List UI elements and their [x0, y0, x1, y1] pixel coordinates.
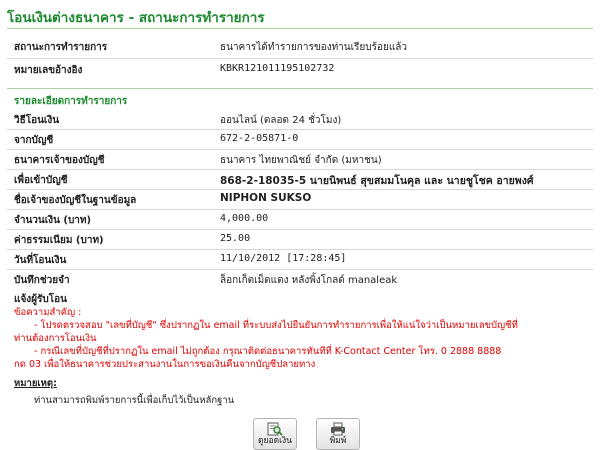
print-label: พิมพ์ [329, 436, 347, 446]
detail-value: NIPHON SUKSO [220, 192, 312, 204]
detail-row-memo: บันทึกช่วยจำ ล็อกเก็ตเม็ดแตง หลังพิ้งโกล… [14, 270, 589, 290]
detail-value: 25.00 [220, 233, 251, 244]
remark: หมายเหตุ: ท่านสามารถพิมพ์รายการนี้เพื่อเ… [14, 376, 234, 408]
print-button[interactable]: พิมพ์ [316, 418, 360, 450]
notice-line: - กรณีเลขที่บัญชีที่ปรากฏใน email ไม่ถูก… [34, 346, 502, 357]
title-divider [7, 28, 593, 29]
detail-value: 868-2-18035-5 นายนิพนธ์ สุขสมมโนคุล และ … [220, 175, 534, 187]
divider [7, 58, 593, 59]
status-row: สถานะการทำรายการ ธนาคารได้ทำรายการของท่า… [14, 37, 589, 57]
detail-row-fee: ค่าธรรมเนียม (บาท) 25.00 [14, 230, 589, 250]
detail-value: ล็อกเก็ตเม็ดแตง หลังพิ้งโกลด์ manaleak [220, 275, 398, 286]
view-balance-button[interactable]: ดูยอดเงิน [253, 418, 297, 450]
detail-label: ธนาคารเจ้าของบัญชี [14, 155, 105, 166]
reference-row: หมายเลขอ้างอิง KBKR121011195102732 [14, 60, 589, 80]
detail-label: ชื่อเจ้าของบัญชีในฐานข้อมูล [14, 195, 137, 206]
reference-label: หมายเลขอ้างอิง [14, 65, 83, 76]
detail-value: ธนาคาร ไทยพาณิชย์ จำกัด (มหาชน) [220, 155, 382, 166]
detail-label: วันที่โอนเงิน [14, 255, 67, 266]
detail-row-bank: ธนาคารเจ้าของบัญชี ธนาคาร ไทยพาณิชย์ จำก… [14, 150, 589, 170]
view-balance-label: ดูยอดเงิน [258, 436, 292, 446]
detail-label: เพื่อเข้าบัญชี [14, 175, 68, 186]
detail-label: บันทึกช่วยจำ [14, 275, 70, 286]
detail-row-amount: จำนวนเงิน (บาท) 4,000.00 [14, 210, 589, 230]
detail-value: ออนไลน์ (ตลอด 24 ชั่วโมง) [220, 115, 342, 126]
important-notice: ข้อความสำคัญ : - โปรดตรวจสอบ "เลขที่บัญช… [14, 306, 589, 371]
status-label: สถานะการทำรายการ [14, 42, 108, 53]
status-value: ธนาคารได้ทำรายการของท่านเรียบร้อยแล้ว [220, 42, 408, 53]
page-title: โอนเงินต่างธนาคาร - สถานะการทำรายการ [7, 10, 265, 26]
notice-line: กด 03 เพื่อให้ธนาคารช่วยประสานงานในการขอ… [14, 359, 316, 370]
section-divider [7, 88, 593, 89]
remark-label: หมายเหตุ: [14, 378, 57, 389]
detail-value: 672-2-05871-0 [220, 133, 299, 144]
detail-label: ค่าธรรมเนียม (บาท) [14, 235, 104, 246]
detail-row-owner-name: ชื่อเจ้าของบัญชีในฐานข้อมูล NIPHON SUKSO [14, 190, 589, 210]
transfer-status-page: โอนเงินต่างธนาคาร - สถานะการทำรายการ สถา… [0, 0, 600, 450]
detail-value: 4,000.00 [220, 213, 269, 224]
detail-label: วิธีโอนเงิน [14, 115, 60, 126]
detail-value: 11/10/2012 [17:28:45] [220, 253, 347, 264]
detail-row-from-account: จากบัญชี 672-2-05871-0 [14, 130, 589, 150]
reference-value: KBKR121011195102732 [220, 63, 335, 74]
detail-label: จำนวนเงิน (บาท) [14, 215, 92, 226]
notify-recipient-label: แจ้งผู้รับโอน [14, 294, 67, 305]
details-section-title: รายละเอียดการทำรายการ [14, 96, 128, 107]
remark-text: ท่านสามารถพิมพ์รายการนี้เพื่อเก็บไว้เป็น… [34, 395, 235, 406]
notice-line: ท่านต้องการโอนเงิน [14, 333, 97, 344]
notice-line: - โปรดตรวจสอบ "เลขที่บัญชี" ซึ่งปรากฏใน … [34, 320, 518, 331]
detail-row-to-account: เพื่อเข้าบัญชี 868-2-18035-5 นายนิพนธ์ ส… [14, 170, 589, 190]
detail-label: จากบัญชี [14, 135, 54, 146]
detail-row-method: วิธีโอนเงิน ออนไลน์ (ตลอด 24 ชั่วโมง) [14, 110, 589, 130]
detail-row-date: วันที่โอนเงิน 11/10/2012 [17:28:45] [14, 250, 589, 270]
notice-heading: ข้อความสำคัญ : [14, 307, 82, 318]
